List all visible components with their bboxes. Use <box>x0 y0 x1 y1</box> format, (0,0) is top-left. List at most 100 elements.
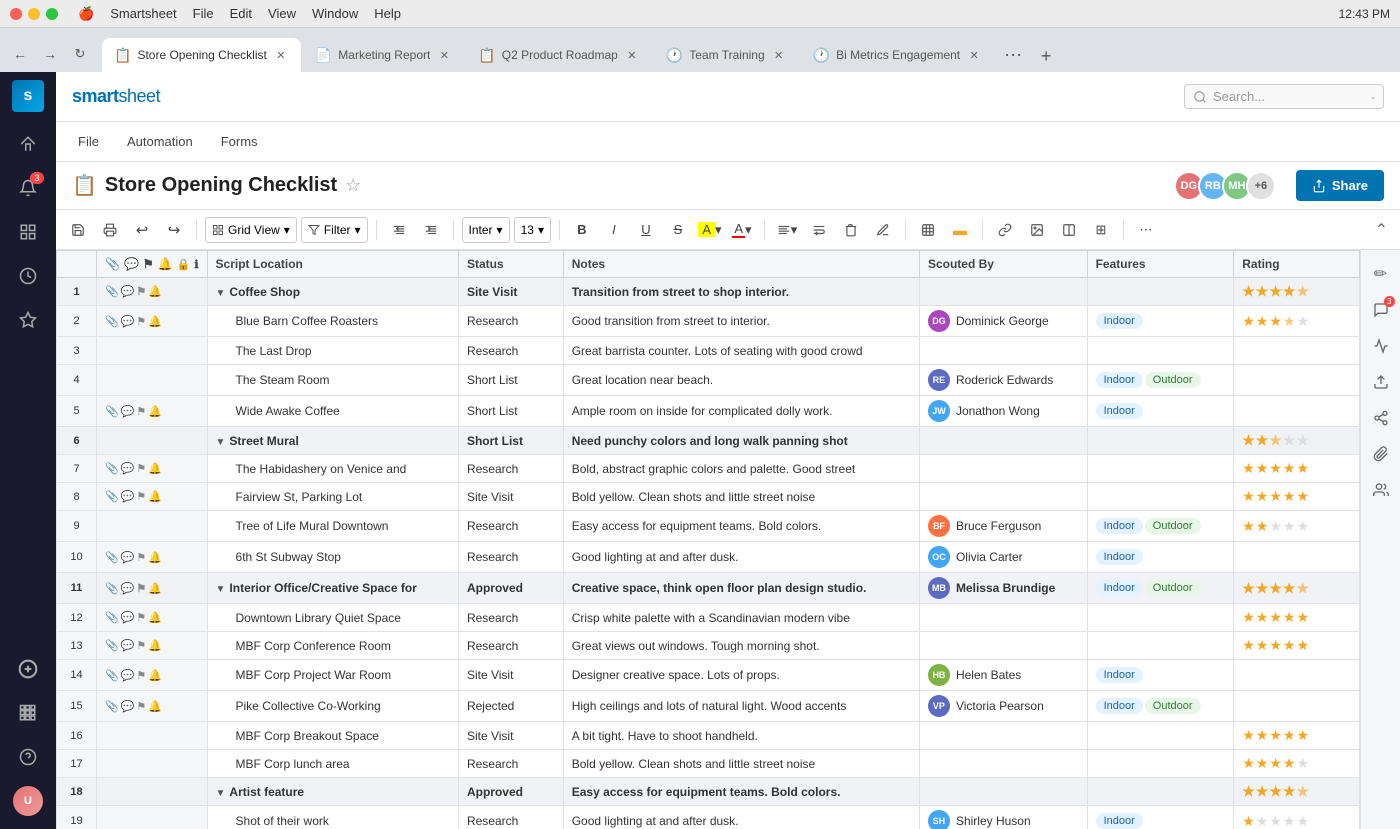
indent-increase-button[interactable] <box>417 216 445 244</box>
menu-view[interactable]: View <box>268 6 296 22</box>
flag-icon[interactable]: ⚑ <box>136 639 146 652</box>
table-row[interactable]: 16MBF Corp Breakout SpaceSite VisitA bit… <box>57 722 1360 750</box>
script-location-cell[interactable]: Wide Awake Coffee <box>207 396 458 427</box>
sidebar-item-browse[interactable] <box>8 212 48 252</box>
text-color-button[interactable]: A ▾ <box>728 216 756 244</box>
filter-selector[interactable]: Filter ▾ <box>301 217 368 243</box>
menu-automation[interactable]: Automation <box>121 130 199 153</box>
features-cell[interactable]: IndoorOutdoor <box>1087 511 1234 542</box>
menu-file[interactable]: File <box>72 130 105 153</box>
script-location-cell[interactable]: MBF Corp Breakout Space <box>207 722 458 750</box>
save-button[interactable] <box>64 216 92 244</box>
rating-cell[interactable] <box>1234 660 1360 691</box>
comment-icon[interactable]: 💬 <box>121 639 135 652</box>
features-cell[interactable]: Indoor <box>1087 542 1234 573</box>
table-row[interactable]: 4The Steam RoomShort ListGreat location … <box>57 365 1360 396</box>
scouted-by-cell[interactable]: SH Shirley Huson <box>919 806 1087 829</box>
status-cell[interactable]: Short List <box>458 365 563 396</box>
notes-cell[interactable]: Bold yellow. Clean shots and little stre… <box>563 483 919 511</box>
features-cell[interactable] <box>1087 337 1234 365</box>
undo-button[interactable]: ↩ <box>128 216 156 244</box>
panel-icon-activity[interactable] <box>1365 330 1397 362</box>
tab-close-store[interactable]: ✕ <box>273 47 289 63</box>
sidebar-item-home[interactable] <box>8 124 48 164</box>
script-location-cell[interactable]: The Habidashery on Venice and <box>207 455 458 483</box>
panel-icon-comments[interactable]: 3 <box>1365 294 1397 326</box>
scouted-by-cell[interactable] <box>919 337 1087 365</box>
col-header-features[interactable]: Features <box>1087 251 1234 278</box>
scouted-by-cell[interactable] <box>919 483 1087 511</box>
sidebar-item-apps[interactable] <box>8 693 48 733</box>
image-button[interactable] <box>1023 216 1051 244</box>
scouted-by-cell[interactable]: DG Dominick George <box>919 306 1087 337</box>
features-cell[interactable]: Indoor <box>1087 306 1234 337</box>
tab-close-bi[interactable]: ✕ <box>966 47 982 63</box>
status-cell[interactable]: Research <box>458 632 563 660</box>
script-location-cell[interactable]: The Steam Room <box>207 365 458 396</box>
notes-cell[interactable]: Bold yellow. Clean shots and little stre… <box>563 750 919 778</box>
scouted-by-cell[interactable]: MB Melissa Brundige <box>919 573 1087 604</box>
status-cell[interactable]: Rejected <box>458 691 563 722</box>
script-location-cell[interactable]: 6th St Subway Stop <box>207 542 458 573</box>
table-row[interactable]: 8 📎 💬 ⚑ 🔔 Fairview St, Parking LotSite V… <box>57 483 1360 511</box>
attach-icon[interactable]: 📎 <box>105 285 119 298</box>
refresh-button[interactable]: ↻ <box>68 42 92 66</box>
attach-icon[interactable]: 📎 <box>105 700 119 713</box>
attach-icon[interactable]: 📎 <box>105 611 119 624</box>
notes-cell[interactable]: Need punchy colors and long walk panning… <box>563 427 919 455</box>
bold-button[interactable]: B <box>568 216 596 244</box>
status-cell[interactable]: Research <box>458 542 563 573</box>
rating-cell[interactable] <box>1234 691 1360 722</box>
status-cell[interactable]: Research <box>458 750 563 778</box>
tab-close-q2[interactable]: ✕ <box>624 47 640 63</box>
table-row[interactable]: 1 📎 💬 ⚑ 🔔 ▼Coffee ShopSite VisitTransiti… <box>57 278 1360 306</box>
table-button[interactable] <box>914 216 942 244</box>
highlight-color-button[interactable]: A ▾ <box>696 216 724 244</box>
attach-icon[interactable]: 📎 <box>105 405 119 418</box>
highlight-row-button[interactable]: ▬ <box>946 216 974 244</box>
rating-cell[interactable] <box>1234 365 1360 396</box>
script-location-cell[interactable]: Shot of their work <box>207 806 458 829</box>
table-row[interactable]: 15 📎 💬 ⚑ 🔔 Pike Collective Co-WorkingRej… <box>57 691 1360 722</box>
underline-button[interactable]: U <box>632 216 660 244</box>
sidebar-item-add[interactable] <box>8 649 48 689</box>
table-row[interactable]: 9Tree of Life Mural DowntownResearchEasy… <box>57 511 1360 542</box>
notif-icon[interactable]: 🔔 <box>148 611 162 624</box>
notif-icon[interactable]: 🔔 <box>148 285 162 298</box>
tab-q2[interactable]: 📋 Q2 Product Roadmap ✕ <box>466 38 652 72</box>
scouted-by-cell[interactable] <box>919 722 1087 750</box>
status-cell[interactable]: Research <box>458 604 563 632</box>
flag-icon[interactable]: ⚑ <box>136 405 146 418</box>
notes-cell[interactable]: Ample room on inside for complicated dol… <box>563 396 919 427</box>
rating-cell[interactable]: ★★★★★ <box>1234 455 1360 483</box>
scouted-by-cell[interactable] <box>919 278 1087 306</box>
col-header-notes[interactable]: Notes <box>563 251 919 278</box>
scouted-by-cell[interactable]: JW Jonathon Wong <box>919 396 1087 427</box>
status-cell[interactable]: Short List <box>458 396 563 427</box>
notes-cell[interactable]: Bold, abstract graphic colors and palett… <box>563 455 919 483</box>
attach-icon[interactable]: 📎 <box>105 551 119 564</box>
features-cell[interactable] <box>1087 632 1234 660</box>
flag-icon[interactable]: ⚑ <box>136 611 146 624</box>
flag-icon[interactable]: ⚑ <box>136 315 146 328</box>
scouted-by-cell[interactable] <box>919 455 1087 483</box>
script-location-cell[interactable]: Blue Barn Coffee Roasters <box>207 306 458 337</box>
col-header-rating[interactable]: Rating <box>1234 251 1360 278</box>
notes-cell[interactable]: Crisp white palette with a Scandinavian … <box>563 604 919 632</box>
status-cell[interactable]: Site Visit <box>458 722 563 750</box>
scouted-by-cell[interactable]: OC Olivia Carter <box>919 542 1087 573</box>
menu-forms[interactable]: Forms <box>215 130 264 153</box>
comment-icon[interactable]: 💬 <box>121 315 135 328</box>
link-button[interactable] <box>991 216 1019 244</box>
rating-cell[interactable]: ★★★★★ <box>1234 778 1360 806</box>
table-row[interactable]: 6▼Street MuralShort ListNeed punchy colo… <box>57 427 1360 455</box>
tab-bi[interactable]: 🕐 Bi Metrics Engagement ✕ <box>801 38 995 72</box>
view-selector[interactable]: Grid View ▾ <box>205 217 297 243</box>
flag-icon[interactable]: ⚑ <box>136 582 146 595</box>
notes-cell[interactable]: Transition from street to shop interior. <box>563 278 919 306</box>
table-row[interactable]: 12 📎 💬 ⚑ 🔔 Downtown Library Quiet SpaceR… <box>57 604 1360 632</box>
comment-icon[interactable]: 💬 <box>121 551 135 564</box>
status-cell[interactable]: Research <box>458 511 563 542</box>
status-cell[interactable]: Site Visit <box>458 660 563 691</box>
user-avatar-sidebar[interactable]: U <box>8 781 48 821</box>
